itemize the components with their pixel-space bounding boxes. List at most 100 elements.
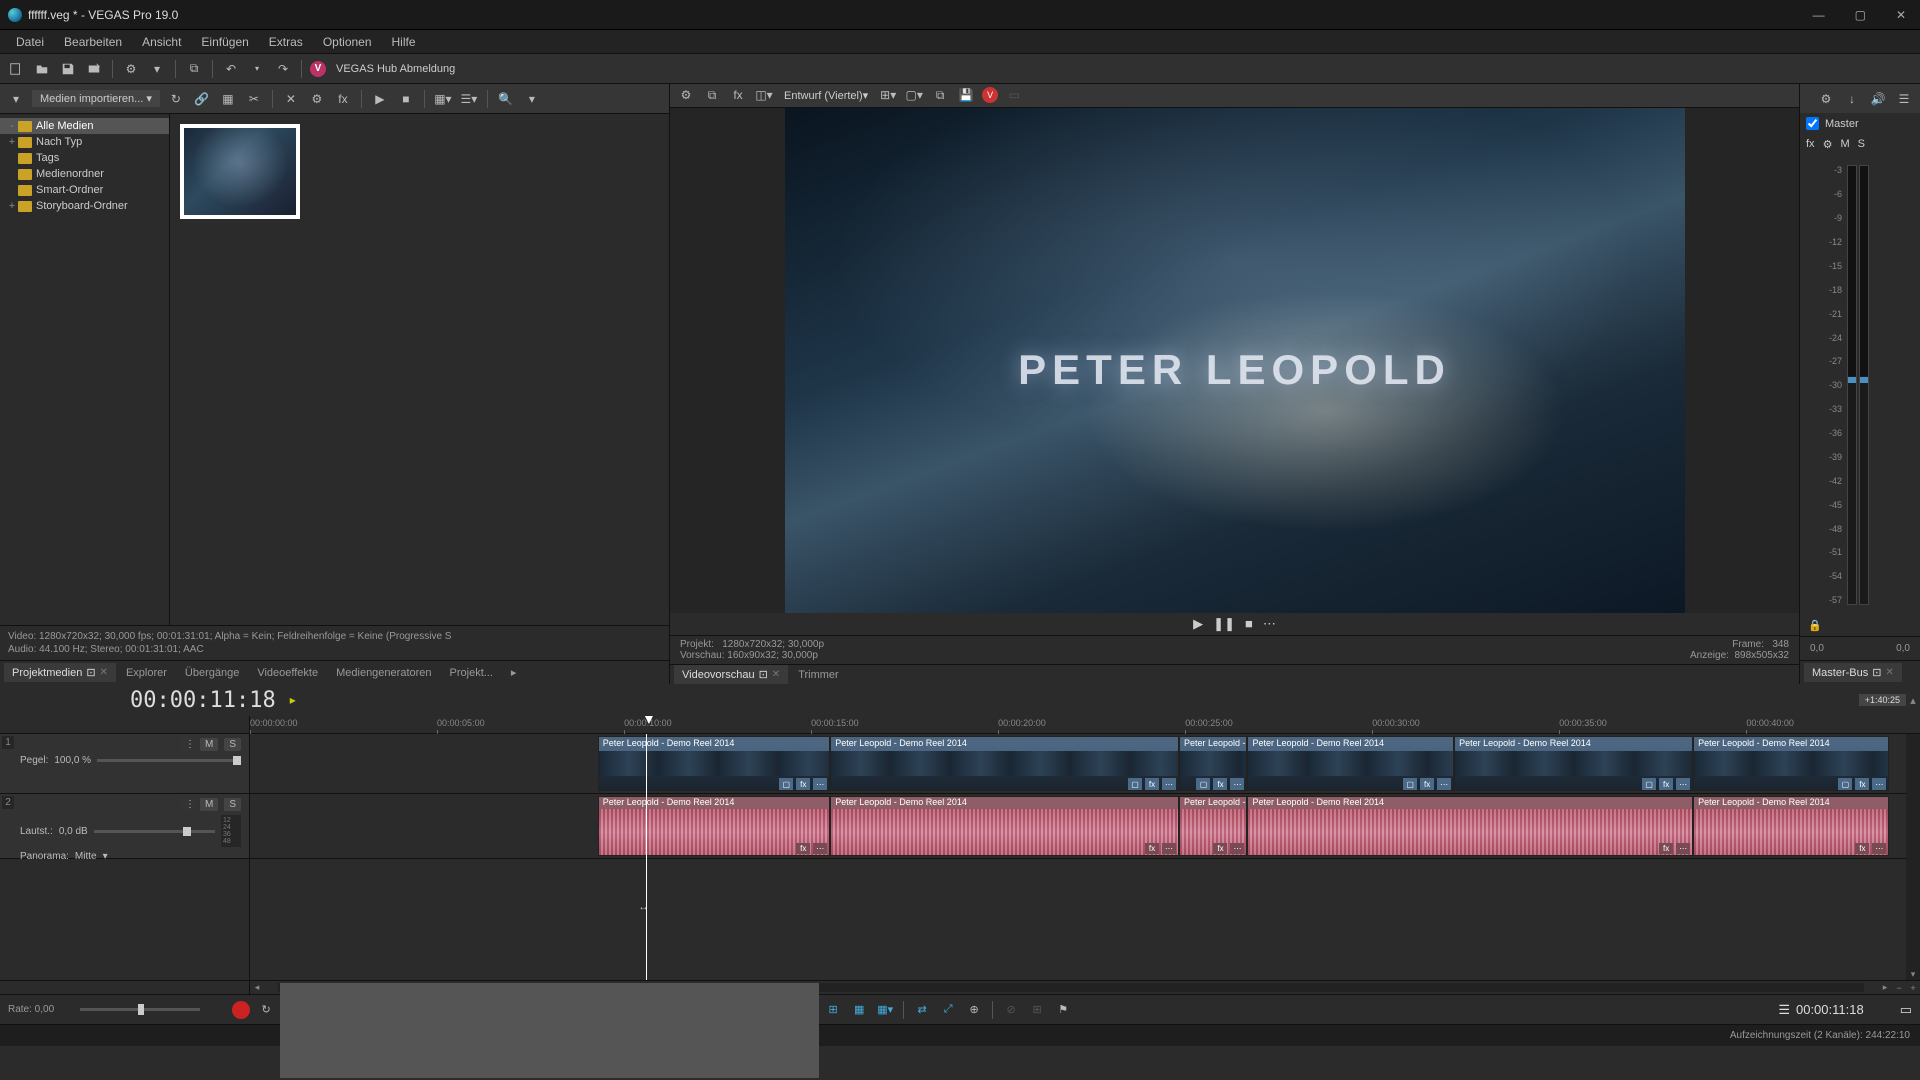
- hub-label[interactable]: VEGAS Hub Abmeldung: [336, 63, 455, 75]
- clip-crop-icon[interactable]: ▢: [1128, 778, 1142, 790]
- clip-crop-icon[interactable]: ▢: [1642, 778, 1656, 790]
- media-play-icon[interactable]: ▶: [370, 89, 390, 109]
- snap-dropdown-icon[interactable]: ▦▾: [875, 1001, 895, 1019]
- tab-pin-icon[interactable]: ⊡: [86, 666, 95, 679]
- clip-more-icon[interactable]: ⋯: [1872, 843, 1886, 854]
- track-header-video[interactable]: 1 ⋮MS Pegel: 100,0 %: [0, 734, 249, 794]
- clip-fx-icon[interactable]: fx: [1659, 778, 1673, 790]
- master-automation-icon[interactable]: ⚙: [1823, 138, 1833, 151]
- clip-more-icon[interactable]: ⋯: [813, 843, 827, 854]
- tree-all-media[interactable]: -Alle Medien: [0, 118, 169, 134]
- clip-more-icon[interactable]: ⋯: [1230, 843, 1244, 854]
- clip-fx-icon[interactable]: fx: [796, 778, 810, 790]
- properties-icon[interactable]: ⚙: [121, 59, 141, 79]
- preview-external-icon[interactable]: ⧉: [702, 85, 722, 105]
- refresh-icon[interactable]: ↻: [166, 89, 186, 109]
- tab-uebergaenge[interactable]: Übergänge: [177, 664, 247, 682]
- tab-pin-icon[interactable]: ⊡: [1872, 666, 1881, 679]
- tab-close-icon[interactable]: ✕: [772, 669, 780, 680]
- snap-blue-icon[interactable]: ⊞: [823, 1001, 843, 1019]
- master-fx-button[interactable]: fx: [1806, 138, 1815, 151]
- media-gear-icon[interactable]: ⚙: [307, 89, 327, 109]
- tree-smart-folders[interactable]: Smart-Ordner: [0, 182, 169, 198]
- media-delete-icon[interactable]: ✕: [281, 89, 301, 109]
- preview-stop-icon[interactable]: ■: [1245, 616, 1253, 631]
- undo-dropdown-icon[interactable]: ▾: [247, 59, 267, 79]
- clip-fx-icon[interactable]: fx: [1145, 843, 1159, 854]
- timecode-format-icon[interactable]: ▭: [1900, 1002, 1912, 1018]
- tab-close-icon[interactable]: ✕: [1885, 667, 1893, 678]
- menu-einfuegen[interactable]: Einfügen: [191, 32, 258, 52]
- clip-fx-icon[interactable]: fx: [796, 843, 810, 854]
- timeline-hscroll[interactable]: ◂ ▸ − +: [0, 980, 1920, 994]
- zoom-in-icon[interactable]: +: [1906, 981, 1920, 994]
- dropdown-icon[interactable]: ▾: [147, 59, 167, 79]
- master-checkbox[interactable]: [1806, 117, 1819, 130]
- media-menu-icon[interactable]: ▾: [6, 89, 26, 109]
- preview-play-icon[interactable]: ▶: [1193, 616, 1203, 632]
- minimize-button[interactable]: —: [1807, 6, 1831, 24]
- track-solo-button[interactable]: S: [224, 738, 241, 751]
- zoom-out-icon[interactable]: −: [1892, 981, 1906, 994]
- preview-gear-icon[interactable]: ⚙: [676, 85, 696, 105]
- tree-storyboard-folders[interactable]: +Storyboard-Ordner: [0, 198, 169, 214]
- menu-datei[interactable]: Datei: [6, 32, 54, 52]
- clip-crop-icon[interactable]: ▢: [1403, 778, 1417, 790]
- search-dropdown-icon[interactable]: ▾: [522, 89, 542, 109]
- clip-crop-icon[interactable]: ▢: [1196, 778, 1210, 790]
- clip-fx-icon[interactable]: fx: [1420, 778, 1434, 790]
- video-clip[interactable]: Peter Leopold - Demo Reel 2014▢fx⋯: [598, 736, 831, 791]
- auto-group-icon[interactable]: ⊞: [1027, 1001, 1047, 1019]
- track-solo-button[interactable]: S: [224, 798, 241, 811]
- master-dim-icon[interactable]: ↓: [1842, 89, 1862, 109]
- master-layout-icon[interactable]: ☰: [1894, 89, 1914, 109]
- menu-bearbeiten[interactable]: Bearbeiten: [54, 32, 132, 52]
- preview-overlays-icon[interactable]: ▢▾: [904, 85, 924, 105]
- new-project-icon[interactable]: [6, 59, 26, 79]
- undo-icon[interactable]: ↶: [221, 59, 241, 79]
- tab-projektmedien[interactable]: Projektmedien ⊡ ✕: [4, 663, 116, 682]
- menu-optionen[interactable]: Optionen: [313, 32, 382, 52]
- audio-clip[interactable]: Peter Leopold - Demo Reel 2014fx⋯: [598, 796, 831, 856]
- master-lock-icon[interactable]: 🔒: [1808, 619, 1822, 632]
- copy-icon[interactable]: ⧉: [184, 59, 204, 79]
- hscroll-right-icon[interactable]: ▸: [1878, 981, 1892, 994]
- ripple-dropdown-icon[interactable]: ⊕: [964, 1001, 984, 1019]
- track-header-audio[interactable]: 2 ⋮MS Lautst.: 0,0 dB 12243648 Panorama:…: [0, 794, 249, 859]
- ignore-event-icon[interactable]: ⊘: [1001, 1001, 1021, 1019]
- media-remove-icon[interactable]: ✂: [244, 89, 264, 109]
- loop-play-icon[interactable]: ↻: [256, 1001, 276, 1019]
- timeline-vscroll-up[interactable]: ▴: [1906, 694, 1920, 707]
- timecode-list-icon[interactable]: ☰: [1778, 1002, 1790, 1018]
- preview-fx-icon[interactable]: fx: [728, 85, 748, 105]
- media-link-icon[interactable]: 🔗: [192, 89, 212, 109]
- preview-copy-icon[interactable]: ⧉: [930, 85, 950, 105]
- save-icon[interactable]: [58, 59, 78, 79]
- hscroll-left-icon[interactable]: ◂: [250, 981, 264, 994]
- preview-grid-icon[interactable]: ⊞▾: [878, 85, 898, 105]
- track-mute-button[interactable]: M: [200, 798, 218, 811]
- video-clip[interactable]: Peter Leopold - Demo Reel 2014▢fx⋯: [1693, 736, 1889, 791]
- track-volume-slider[interactable]: [94, 830, 215, 833]
- tab-scroll-right[interactable]: ▸: [503, 663, 525, 682]
- autocrossfade-icon[interactable]: ⤢: [938, 1001, 958, 1019]
- maximize-button[interactable]: ▢: [1849, 6, 1872, 24]
- rate-slider[interactable]: [80, 1008, 200, 1011]
- clip-more-icon[interactable]: ⋯: [1437, 778, 1451, 790]
- menu-ansicht[interactable]: Ansicht: [132, 32, 191, 52]
- tree-by-type[interactable]: +Nach Typ: [0, 134, 169, 150]
- timeline-marker-icon[interactable]: ▸: [290, 693, 296, 707]
- clip-crop-icon[interactable]: ▢: [779, 778, 793, 790]
- tab-mediengeneratoren[interactable]: Mediengeneratoren: [328, 664, 439, 682]
- clip-more-icon[interactable]: ⋯: [1676, 843, 1690, 854]
- timeline-ruler[interactable]: 00:00:00:0000:00:05:0000:00:10:0000:00:1…: [250, 716, 1920, 733]
- video-clip[interactable]: Peter Leopold - Demo Reel 2014▢fx⋯: [1247, 736, 1454, 791]
- media-view-icon[interactable]: ▦▾: [433, 89, 453, 109]
- preview-more-icon[interactable]: ⋯: [1263, 616, 1276, 632]
- menu-extras[interactable]: Extras: [259, 32, 313, 52]
- media-stack-icon[interactable]: ▦: [218, 89, 238, 109]
- transport-timecode[interactable]: 00:00:11:18: [1796, 1002, 1864, 1017]
- preview-split-icon[interactable]: ◫▾: [754, 85, 774, 105]
- preview-quality-dropdown[interactable]: Entwurf (Viertel)▾: [780, 89, 872, 102]
- playhead[interactable]: [646, 734, 647, 980]
